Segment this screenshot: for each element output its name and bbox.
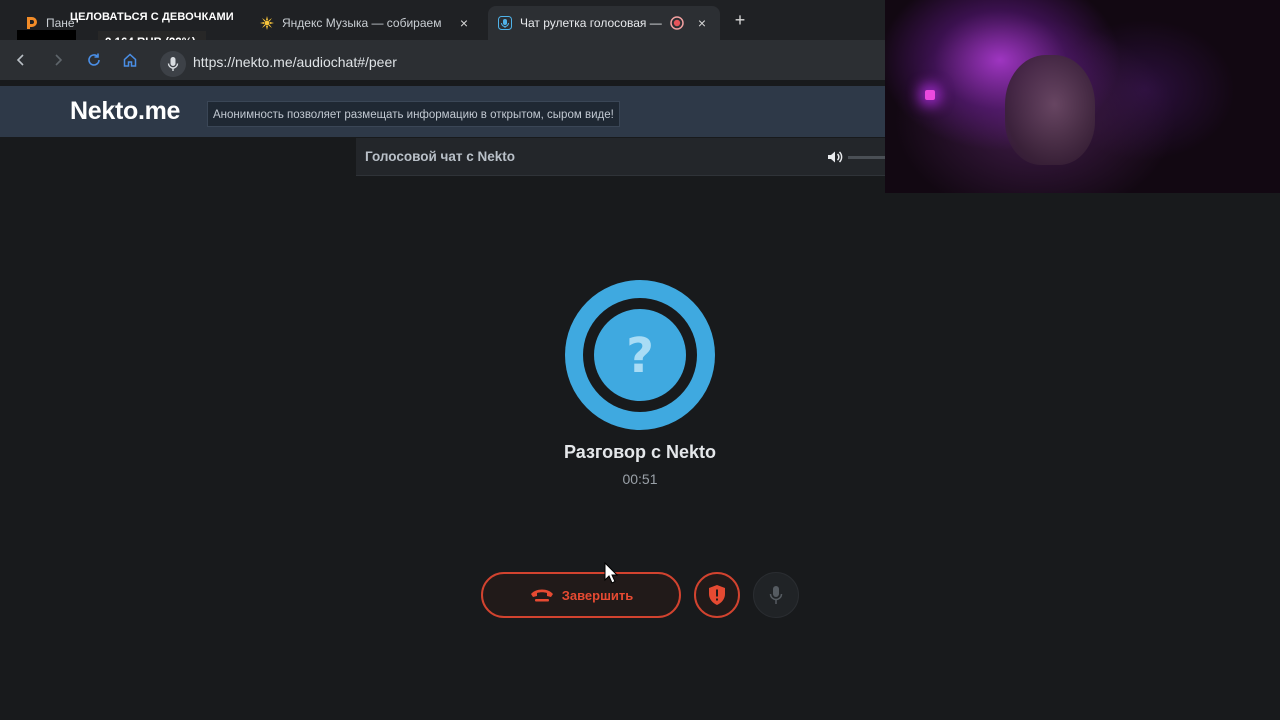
streamer-webcam: [885, 0, 1280, 193]
new-tab-button[interactable]: +: [730, 9, 750, 31]
question-mark-icon: ?: [626, 328, 654, 384]
report-button[interactable]: [694, 572, 740, 618]
close-tab-icon[interactable]: ×: [456, 15, 472, 31]
webcam-light: [925, 90, 935, 100]
forward-button[interactable]: [50, 52, 66, 68]
mute-microphone-button[interactable]: [753, 572, 799, 618]
end-call-button[interactable]: Завершить: [481, 572, 681, 618]
close-tab-icon[interactable]: ×: [694, 15, 710, 31]
tab-yandex-music[interactable]: Яндекс Музыка — собираем ×: [250, 6, 482, 40]
yandex-music-icon: [260, 16, 274, 30]
partner-name: Разговор с Nekto: [563, 442, 717, 462]
site-tagline: Анонимность позволяет размещать информац…: [207, 101, 620, 127]
home-icon: [123, 53, 137, 67]
back-arrow-icon: [16, 54, 24, 66]
microphone-icon: [769, 586, 783, 604]
shield-alert-icon: [709, 585, 725, 605]
volume-slider[interactable]: [848, 156, 885, 159]
tab-title: Чат рулетка голосовая —: [520, 16, 662, 30]
stream-overlay-banner: ЦЕЛОВАТЬСЯ С ДЕВОЧКАМИ: [70, 11, 234, 23]
volume-icon[interactable]: [826, 148, 844, 166]
screen: Пане Яндекс Музыка — собираем × Чат руле…: [0, 0, 1280, 720]
chat-title: Голосовой чат с Nekto: [365, 149, 516, 164]
nekto-mic-icon: [498, 16, 512, 30]
chat-header-bar: Голосовой чат с Nekto: [356, 138, 885, 176]
tab-title: Яндекс Музыка — собираем: [282, 16, 442, 30]
address-bar[interactable]: https://nekto.me/audiochat#/peer: [193, 54, 397, 70]
tab-nekto-audiochat[interactable]: Чат рулетка голосовая — ×: [488, 6, 720, 40]
forward-arrow-icon: [55, 54, 63, 66]
microphone-icon: [167, 57, 179, 71]
back-button[interactable]: [13, 52, 29, 68]
donationalerts-icon: [24, 16, 38, 30]
recording-icon: [669, 16, 684, 30]
call-timer: 00:51: [622, 471, 658, 487]
reload-button[interactable]: [86, 52, 102, 68]
home-button[interactable]: [122, 52, 138, 68]
reload-icon: [88, 53, 100, 66]
browser-toolbar: [0, 40, 885, 80]
site-mic-permission-button[interactable]: [160, 51, 186, 77]
mouse-cursor-icon: [604, 562, 618, 584]
hang-up-icon: [530, 589, 553, 602]
partner-avatar: ?: [565, 280, 715, 430]
webcam-person: [1005, 55, 1095, 165]
end-call-label: Завершить: [561, 587, 634, 603]
site-logo[interactable]: Nekto.me: [70, 97, 180, 126]
